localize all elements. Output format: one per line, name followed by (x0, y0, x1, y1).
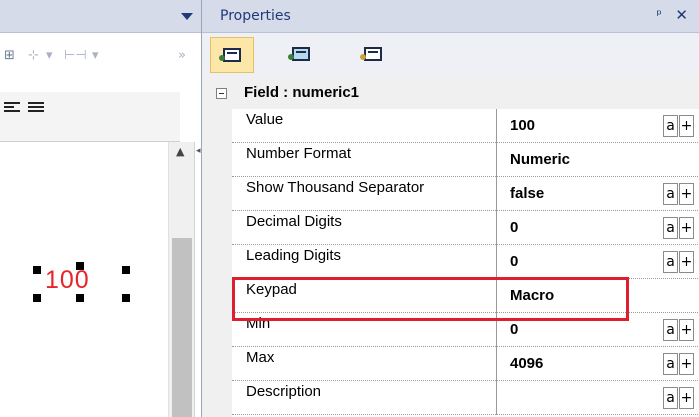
properties-panel: Properties ᵖ ✕ Field : numeric1 Value 10… (201, 0, 699, 417)
designer-toolbar: ⊞ ⊹ ▾ ⊢⊣ ▾ » (0, 40, 201, 70)
property-name: Number Format (232, 143, 497, 177)
property-buttons: a + (662, 217, 694, 239)
resize-handle[interactable] (33, 266, 41, 274)
text-mode-button[interactable]: a (663, 387, 678, 409)
designer-title-bar (0, 0, 201, 33)
vertical-scrollbar[interactable]: ▲ (168, 142, 194, 417)
add-button[interactable]: + (679, 387, 694, 409)
text-mode-button[interactable]: a (663, 319, 678, 341)
more-icon[interactable]: » (178, 46, 186, 66)
property-buttons: a + (662, 387, 694, 409)
pane-splitter[interactable]: ◂ (194, 142, 201, 417)
add-button[interactable]: + (679, 319, 694, 341)
splitter-arrow-icon: ◂ (196, 146, 201, 156)
property-name: Value (232, 109, 497, 143)
numeric-field-widget[interactable]: 100 (33, 262, 133, 302)
property-name: Description (232, 381, 497, 415)
property-buttons: a + (662, 115, 694, 137)
text-mode-button[interactable]: a (663, 217, 678, 239)
property-value[interactable]: 0 (510, 217, 518, 239)
add-icon[interactable]: ⊞ (4, 46, 15, 66)
property-value[interactable]: 100 (510, 115, 535, 137)
text-mode-button[interactable]: a (663, 115, 678, 137)
chevron-down-icon[interactable]: ▾ (46, 46, 53, 66)
property-buttons: a + (662, 183, 694, 205)
view-events-button[interactable] (280, 37, 324, 73)
property-name: Show Thousand Separator (232, 177, 497, 211)
keypad-highlight-box (232, 277, 629, 321)
text-mode-button[interactable]: a (663, 183, 678, 205)
add-button[interactable]: + (679, 217, 694, 239)
add-button[interactable]: + (679, 183, 694, 205)
app-window: ⊞ ⊹ ▾ ⊢⊣ ▾ » ▲ ◂ 100 Properties ᵖ ✕ Fiel… (0, 0, 699, 417)
property-name: Leading Digits (232, 245, 497, 279)
text-mode-button[interactable]: a (663, 353, 678, 375)
property-row-value[interactable]: Value 100 a + (232, 109, 699, 143)
property-row-number-format[interactable]: Number Format Numeric (232, 143, 699, 177)
scrollbar-thumb[interactable] (172, 238, 192, 417)
property-row-max[interactable]: Max 4096 a + (232, 347, 699, 381)
add-button[interactable]: + (679, 353, 694, 375)
property-row-description[interactable]: Description a + (232, 381, 699, 415)
property-buttons: a + (662, 251, 694, 273)
chevron-down-icon[interactable] (181, 13, 193, 20)
properties-title: Properties (220, 8, 291, 24)
view-properties-button[interactable] (210, 37, 254, 73)
align-left-icon[interactable] (4, 102, 20, 116)
property-row-leading-digits[interactable]: Leading Digits 0 a + (232, 245, 699, 279)
collapse-icon[interactable] (216, 88, 227, 99)
resize-handle[interactable] (122, 266, 130, 274)
property-buttons: a + (662, 353, 694, 375)
property-value[interactable]: 0 (510, 319, 518, 341)
property-row-show-thousand-separator[interactable]: Show Thousand Separator false a + (232, 177, 699, 211)
resize-handle[interactable] (33, 294, 41, 302)
chevron-down-icon[interactable]: ▾ (92, 46, 99, 66)
align-justify-icon[interactable] (28, 102, 44, 116)
property-name: Decimal Digits (232, 211, 497, 245)
events-icon (288, 47, 310, 61)
property-name: Max (232, 347, 497, 381)
dynamic-properties-icon (360, 47, 382, 61)
property-buttons: a + (662, 319, 694, 341)
add-button[interactable]: + (679, 251, 694, 273)
distribute-icon[interactable]: ⊢⊣ (64, 46, 87, 66)
properties-toolbar (202, 33, 699, 77)
grid-icon[interactable]: ⊹ (28, 46, 39, 66)
pin-icon[interactable]: ᵖ (656, 8, 662, 23)
view-dynamic-button[interactable] (352, 37, 396, 73)
resize-handle[interactable] (76, 294, 84, 302)
property-value[interactable]: Numeric (510, 149, 570, 171)
numeric-widget-value: 100 (45, 266, 90, 294)
close-icon[interactable]: ✕ (675, 6, 688, 24)
property-value[interactable]: 4096 (510, 353, 543, 375)
scroll-up-icon[interactable]: ▲ (176, 146, 184, 158)
properties-title-bar: Properties ᵖ ✕ (202, 0, 699, 33)
category-row[interactable]: Field : numeric1 (202, 77, 699, 109)
property-grid: Field : numeric1 Value 100 a + Number For… (202, 77, 699, 417)
property-value[interactable]: false (510, 183, 544, 205)
property-row-decimal-digits[interactable]: Decimal Digits 0 a + (232, 211, 699, 245)
category-label: Field : numeric1 (244, 84, 360, 101)
properties-icon (219, 48, 241, 62)
designer-pane: ⊞ ⊹ ▾ ⊢⊣ ▾ » ▲ ◂ 100 (0, 0, 201, 417)
resize-handle[interactable] (122, 294, 130, 302)
grid-gutter (202, 77, 232, 417)
property-value[interactable]: 0 (510, 251, 518, 273)
text-align-toolbar (0, 92, 180, 142)
text-mode-button[interactable]: a (663, 251, 678, 273)
add-button[interactable]: + (679, 115, 694, 137)
